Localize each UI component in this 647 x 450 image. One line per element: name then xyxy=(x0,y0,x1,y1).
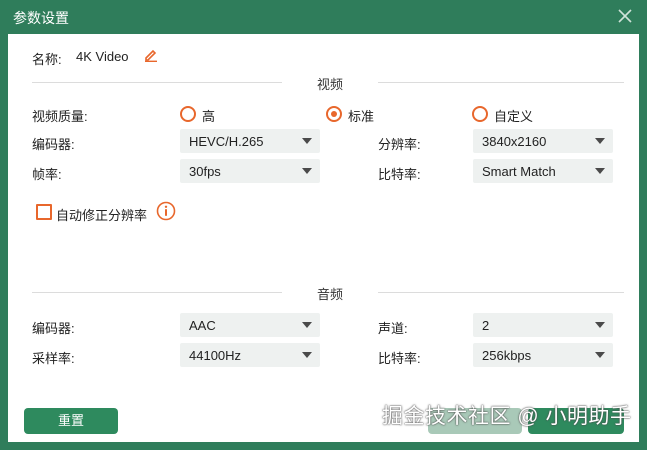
audio-bitrate-label: 比特率: xyxy=(378,351,421,366)
resolution-select[interactable]: 3840x2160 xyxy=(473,129,613,153)
channel-label: 声道: xyxy=(378,321,408,336)
chevron-down-icon xyxy=(302,322,312,328)
pencil-icon[interactable] xyxy=(144,48,158,62)
divider xyxy=(32,292,282,293)
resolution-label: 分辨率: xyxy=(378,137,421,152)
chevron-down-icon xyxy=(302,352,312,358)
channel-select[interactable]: 2 xyxy=(473,313,613,337)
framerate-label: 帧率: xyxy=(32,167,62,182)
audio-encoder-label: 编码器: xyxy=(32,321,75,336)
chevron-down-icon xyxy=(595,138,605,144)
framerate-select[interactable]: 30fps xyxy=(180,159,320,183)
dialog-title: 参数设置 xyxy=(13,10,69,26)
name-label: 名称: xyxy=(32,52,62,67)
video-encoder-label: 编码器: xyxy=(32,137,75,152)
info-icon[interactable] xyxy=(156,201,176,221)
video-quality-label: 视频质量: xyxy=(32,109,88,124)
audio-section-header: 音频 xyxy=(32,282,624,302)
divider xyxy=(32,82,282,83)
settings-dialog: 参数设置 名称: 4K Video 视频 视频质量: 高 标准 自定义 编码器:… xyxy=(0,0,647,450)
name-value: 4K Video xyxy=(76,49,129,64)
divider xyxy=(378,292,624,293)
audio-bitrate-select[interactable]: 256kbps xyxy=(473,343,613,367)
samplerate-select[interactable]: 44100Hz xyxy=(180,343,320,367)
radio-icon xyxy=(180,106,196,122)
video-bitrate-select[interactable]: Smart Match xyxy=(473,159,613,183)
video-section-title: 视频 xyxy=(316,77,343,92)
divider xyxy=(378,82,624,83)
chevron-down-icon xyxy=(302,138,312,144)
radio-icon xyxy=(472,106,488,122)
radio-selected-icon xyxy=(326,106,342,122)
close-icon[interactable] xyxy=(617,8,633,24)
chevron-down-icon xyxy=(595,168,605,174)
chevron-down-icon xyxy=(595,322,605,328)
audio-section-title: 音频 xyxy=(316,287,343,302)
watermark: 掘金技术社区 @ 小明助手 xyxy=(382,405,632,428)
video-encoder-select[interactable]: HEVC/H.265 xyxy=(180,129,320,153)
video-section-header: 视频 xyxy=(32,72,624,92)
title-bar: 参数设置 xyxy=(0,0,647,34)
samplerate-label: 采样率: xyxy=(32,351,75,366)
chevron-down-icon xyxy=(302,168,312,174)
settings-panel: 名称: 4K Video 视频 视频质量: 高 标准 自定义 编码器: HEVC… xyxy=(8,34,639,442)
chevron-down-icon xyxy=(595,352,605,358)
video-bitrate-label: 比特率: xyxy=(378,167,421,182)
checkbox-icon xyxy=(36,204,52,220)
audio-encoder-select[interactable]: AAC xyxy=(180,313,320,337)
reset-button[interactable]: 重置 xyxy=(24,408,118,434)
